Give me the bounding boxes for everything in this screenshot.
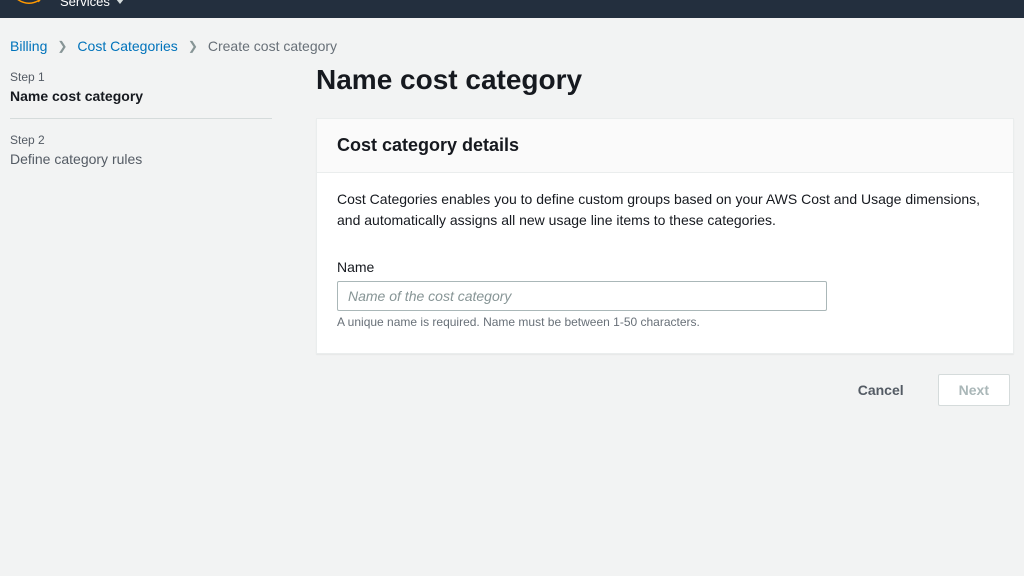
panel-header: Cost category details — [317, 119, 1013, 173]
step-2-label: Step 2 — [10, 133, 272, 147]
step-2-title: Define category rules — [10, 151, 272, 167]
chevron-right-icon: ❯ — [57, 39, 67, 53]
wizard-actions: Cancel Next — [316, 374, 1014, 406]
chevron-right-icon: ❯ — [188, 39, 198, 53]
name-hint: A unique name is required. Name must be … — [337, 315, 993, 329]
cancel-button[interactable]: Cancel — [840, 374, 922, 406]
global-nav: Services — [0, 0, 1024, 18]
caret-down-icon — [116, 0, 124, 4]
panel-body: Cost Categories enables you to define cu… — [317, 173, 1013, 353]
breadcrumb-billing[interactable]: Billing — [10, 38, 47, 54]
content: Step 1 Name cost category Step 2 Define … — [0, 68, 1024, 406]
breadcrumb-current: Create cost category — [208, 38, 337, 54]
breadcrumb-cost-categories[interactable]: Cost Categories — [77, 38, 177, 54]
panel-description: Cost Categories enables you to define cu… — [337, 189, 993, 231]
details-panel: Cost category details Cost Categories en… — [316, 118, 1014, 354]
step-separator — [10, 118, 272, 119]
wizard-steps: Step 1 Name cost category Step 2 Define … — [10, 68, 272, 406]
main: Name cost category Cost category details… — [316, 68, 1014, 406]
panel-heading: Cost category details — [337, 135, 993, 156]
step-2[interactable]: Step 2 Define category rules — [10, 131, 272, 181]
breadcrumb: Billing ❯ Cost Categories ❯ Create cost … — [0, 18, 1024, 68]
name-label: Name — [337, 259, 993, 275]
services-menu[interactable]: Services — [60, 0, 124, 9]
step-1[interactable]: Step 1 Name cost category — [10, 68, 272, 118]
services-label: Services — [60, 0, 110, 9]
next-button[interactable]: Next — [938, 374, 1010, 406]
step-1-title: Name cost category — [10, 88, 272, 104]
step-1-label: Step 1 — [10, 70, 272, 84]
aws-logo-icon — [16, 0, 42, 7]
name-input[interactable] — [337, 281, 827, 311]
page-title: Name cost category — [316, 64, 1014, 96]
